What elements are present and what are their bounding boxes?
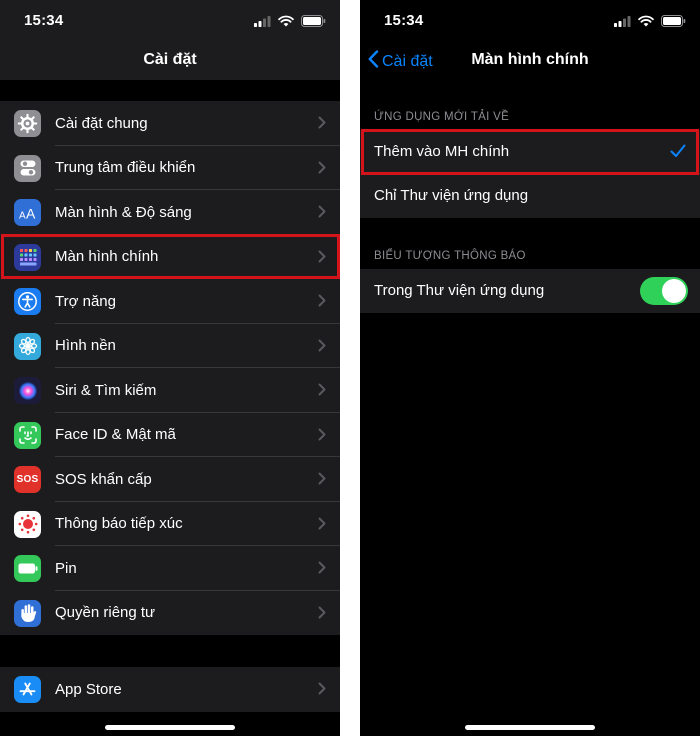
status-time: 15:34 bbox=[384, 12, 424, 29]
cellular-signal-icon bbox=[614, 14, 631, 32]
settings-item-label: SOS khẩn cấp bbox=[55, 470, 152, 488]
battery-icon bbox=[14, 555, 41, 582]
wallpaper-icon bbox=[14, 332, 41, 360]
siri-icon bbox=[14, 377, 41, 404]
home-screen-settings-screen: 15:34 Cài đặt Màn hình chính ỨNG DỤNG MỚ… bbox=[360, 0, 700, 736]
settings-item-label: Màn hình & Độ sáng bbox=[55, 203, 192, 221]
display-brightness-icon: AA bbox=[14, 199, 41, 226]
chevron-right-icon bbox=[318, 294, 326, 312]
svg-text:A: A bbox=[19, 210, 26, 220]
settings-item-wallpaper[interactable]: Hình nền bbox=[0, 324, 340, 368]
chevron-right-icon bbox=[318, 517, 326, 535]
section-header-new-apps: ỨNG DỤNG MỚI TẢI VỀ bbox=[374, 111, 510, 123]
settings-list-store: App Store bbox=[0, 667, 340, 712]
battery-status-icon bbox=[661, 14, 686, 32]
settings-item-label: Trung tâm điều khiển bbox=[55, 159, 196, 177]
settings-item-emergency-sos[interactable]: SOS SOS khẩn cấp bbox=[0, 457, 340, 502]
settings-item-label: Cài đặt chung bbox=[55, 114, 148, 132]
exposure-notification-icon bbox=[14, 510, 41, 538]
settings-item-general[interactable]: Cài đặt chung bbox=[0, 101, 340, 146]
face-id-icon bbox=[14, 421, 41, 449]
notification-badges-options: Trong Thư viện ứng dụng bbox=[360, 269, 700, 313]
chevron-right-icon bbox=[318, 339, 326, 357]
chevron-right-icon bbox=[318, 383, 326, 401]
chevron-right-icon bbox=[318, 116, 326, 134]
option-label: Chỉ Thư viện ứng dụng bbox=[374, 187, 529, 204]
status-bar: 15:34 bbox=[360, 0, 700, 40]
accessibility-icon bbox=[14, 288, 41, 315]
page-title: Cài đặt bbox=[143, 51, 197, 68]
settings-item-home-screen[interactable]: Màn hình chính bbox=[0, 235, 340, 279]
home-indicator bbox=[465, 725, 595, 730]
checkmark-icon bbox=[670, 144, 686, 163]
wifi-icon bbox=[638, 14, 654, 32]
page-title: Màn hình chính bbox=[471, 51, 589, 68]
settings-item-label: Siri & Tìm kiếm bbox=[55, 381, 157, 399]
section-header-notification-badges: BIỂU TƯỢNG THÔNG BÁO bbox=[374, 250, 526, 262]
settings-item-label: Pin bbox=[55, 559, 77, 577]
option-label: Trong Thư viện ứng dụng bbox=[374, 282, 545, 299]
settings-item-exposure-notifications[interactable]: Thông báo tiếp xúc bbox=[0, 502, 340, 546]
cellular-signal-icon bbox=[254, 14, 271, 32]
app-library-badges-toggle[interactable] bbox=[640, 277, 688, 305]
settings-item-label: Face ID & Mật mã bbox=[55, 426, 176, 444]
settings-item-app-store[interactable]: App Store bbox=[0, 667, 340, 712]
sos-icon: SOS bbox=[14, 466, 41, 493]
settings-item-label: App Store bbox=[55, 680, 122, 698]
app-store-icon bbox=[14, 676, 41, 703]
control-center-icon bbox=[14, 154, 41, 182]
chevron-right-icon bbox=[318, 250, 326, 268]
settings-item-label: Quyền riêng tư bbox=[55, 604, 156, 622]
home-indicator bbox=[105, 725, 235, 730]
chevron-right-icon bbox=[318, 561, 326, 579]
status-bar: 15:34 bbox=[0, 0, 340, 40]
nav-bar: Cài đặt bbox=[0, 40, 340, 80]
settings-screen: 15:34 Cài đặt Cài đặt chung Trung tâm đi… bbox=[0, 0, 340, 736]
settings-item-label: Thông báo tiếp xúc bbox=[55, 515, 183, 533]
option-app-library-only[interactable]: Chỉ Thư viện ứng dụng bbox=[360, 174, 700, 218]
settings-item-label: Hình nền bbox=[55, 337, 116, 355]
gear-icon bbox=[14, 110, 41, 137]
home-screen-icon bbox=[14, 243, 41, 271]
chevron-right-icon bbox=[318, 472, 326, 490]
toggle-knob bbox=[662, 279, 686, 303]
chevron-right-icon bbox=[318, 682, 326, 700]
status-time: 15:34 bbox=[24, 12, 64, 29]
settings-item-privacy[interactable]: Quyền riêng tư bbox=[0, 591, 340, 636]
settings-item-label: Màn hình chính bbox=[55, 248, 159, 266]
settings-list: Cài đặt chung Trung tâm điều khiển AA Mà… bbox=[0, 101, 340, 635]
battery-status-icon bbox=[301, 14, 326, 32]
nav-bar: Cài đặt Màn hình chính bbox=[360, 40, 700, 80]
chevron-right-icon bbox=[318, 205, 326, 223]
chevron-right-icon bbox=[318, 161, 326, 179]
new-apps-options: Thêm vào MH chính Chỉ Thư viện ứng dụng bbox=[360, 130, 700, 218]
svg-text:A: A bbox=[26, 206, 36, 220]
settings-item-battery[interactable]: Pin bbox=[0, 546, 340, 591]
settings-item-control-center[interactable]: Trung tâm điều khiển bbox=[0, 146, 340, 190]
settings-item-accessibility[interactable]: Trợ năng bbox=[0, 279, 340, 324]
option-label: Thêm vào MH chính bbox=[374, 143, 510, 160]
chevron-right-icon bbox=[318, 428, 326, 446]
settings-item-display-brightness[interactable]: AA Màn hình & Độ sáng bbox=[0, 190, 340, 235]
wifi-icon bbox=[278, 14, 294, 32]
option-show-in-app-library: Trong Thư viện ứng dụng bbox=[360, 269, 700, 313]
settings-item-face-id[interactable]: Face ID & Mật mã bbox=[0, 413, 340, 457]
chevron-right-icon bbox=[318, 606, 326, 624]
settings-item-siri-search[interactable]: Siri & Tìm kiếm bbox=[0, 368, 340, 413]
option-add-to-home-screen[interactable]: Thêm vào MH chính bbox=[360, 130, 700, 174]
settings-item-label: Trợ năng bbox=[55, 292, 116, 310]
privacy-hand-icon bbox=[14, 599, 41, 627]
